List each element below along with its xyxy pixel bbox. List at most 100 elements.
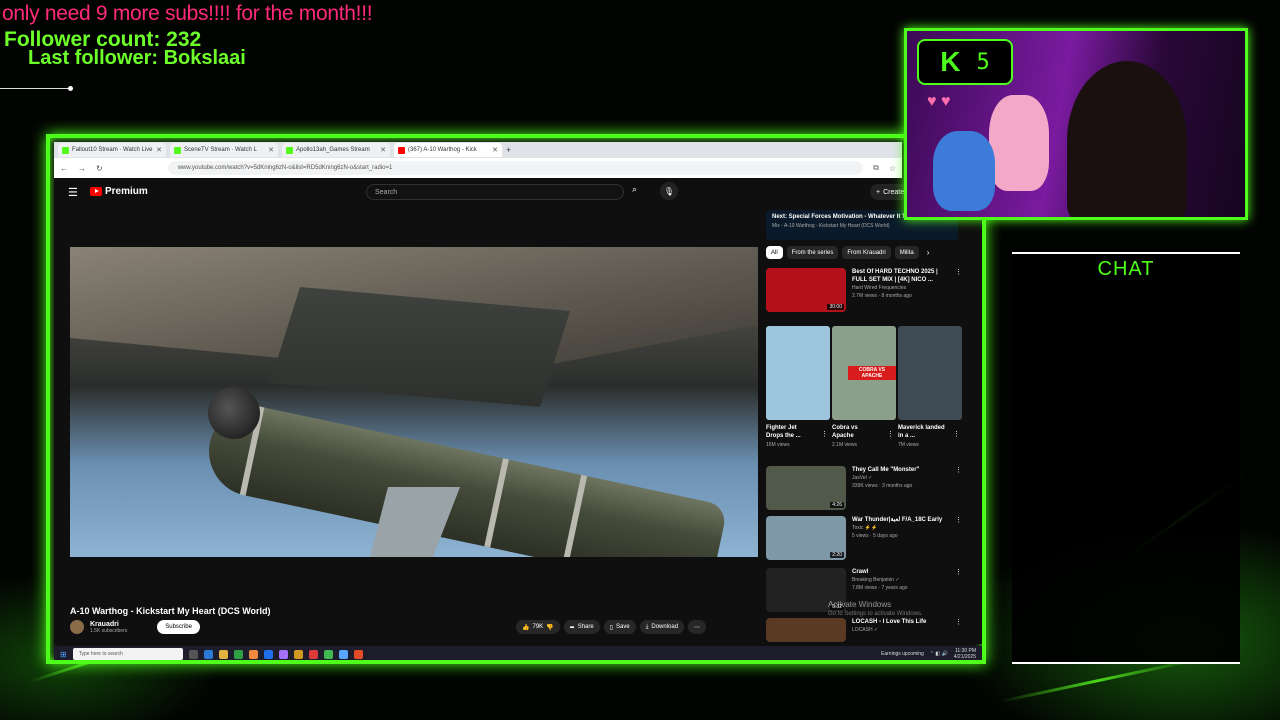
windows-start-icon[interactable]: ⊞ (60, 650, 67, 659)
viewer-count: 5 (976, 49, 990, 75)
taskbar-app-icon[interactable] (218, 649, 228, 659)
taskbar-app-icon[interactable] (338, 649, 348, 659)
taskbar-app-icon[interactable] (308, 649, 318, 659)
browser-tab[interactable]: Apollo13ah_Games Stream ✕ (282, 143, 390, 157)
more-actions-button[interactable]: ⋯ (688, 620, 707, 634)
close-icon[interactable]: ✕ (268, 146, 274, 154)
clock[interactable]: 11:30 PM 4/21/2025 (954, 648, 976, 660)
system-tray: Earnings upcoming ⌃ ◧ 🔊 11:30 PM 4/21/20… (881, 648, 982, 660)
green-streak (999, 658, 1196, 703)
search-input[interactable]: Search (366, 184, 624, 200)
taskbar-app-icon[interactable] (323, 649, 333, 659)
share-button[interactable]: ➦ Share (563, 620, 600, 634)
short-item[interactable]: ⋮ Maverick landed in a ... 7M views (898, 326, 962, 448)
recommended-video[interactable]: 2:20 War Thunder|لعبة F/A_18C Early Toxi… (766, 516, 962, 560)
channel-avatar[interactable] (70, 620, 84, 634)
browser-tab[interactable]: SceneTV Stream · Watch L ✕ (170, 143, 278, 157)
more-vert-icon[interactable]: ⋮ (955, 516, 962, 560)
tray-icons[interactable]: ⌃ ◧ 🔊 (930, 651, 948, 657)
thumbs-down-icon[interactable]: 👎 (546, 624, 553, 631)
video-thumbnail: 2:20 (766, 516, 846, 560)
short-item[interactable]: ⋮ Fighter Jet Drops the ... 16M views (766, 326, 830, 448)
more-vert-icon[interactable]: ⋮ (955, 568, 962, 612)
more-vert-icon[interactable]: ⋮ (955, 268, 962, 312)
chevron-right-icon[interactable]: › (927, 246, 930, 259)
url-field[interactable]: www.youtube.com/watch?v=5dKning6zN-o&lis… (167, 161, 864, 175)
taskbar-search[interactable]: Type here to search (72, 648, 183, 660)
taskbar-app-icon[interactable] (278, 649, 288, 659)
like-button[interactable]: 👍 79K 👎 (516, 620, 560, 634)
taskbar-app-icon[interactable] (293, 649, 303, 659)
youtube-logo[interactable]: Premium (90, 186, 148, 197)
save-button[interactable]: ▯ Save (603, 620, 636, 634)
video-thumbnail: 4:26 (766, 466, 846, 510)
browser-window: Fallout10 Stream · Watch Live ✕ SceneTV … (46, 134, 986, 664)
reload-icon[interactable]: ↻ (96, 164, 103, 173)
bomb-band (562, 474, 588, 557)
close-icon[interactable]: ✕ (380, 146, 386, 154)
subscribe-button[interactable]: Subscribe (157, 620, 200, 634)
short-views: 16M views (766, 442, 790, 448)
taskbar-app-icon[interactable] (203, 649, 213, 659)
like-count: 79K (532, 624, 544, 630)
sub-goal-text: only need 9 more subs!!!! for the month!… (2, 2, 373, 25)
forward-icon[interactable]: → (78, 164, 86, 173)
chip-from-series[interactable]: From the series (786, 246, 839, 259)
extensions-icon[interactable]: ⧉ (873, 163, 879, 173)
activate-windows-title: Activate Windows (828, 600, 892, 609)
browser-tab-active[interactable]: (367) A-10 Warthog - Kick ✕ (394, 143, 502, 157)
taskbar-app-icon[interactable] (263, 649, 273, 659)
menu-icon[interactable]: ☰ (68, 186, 78, 199)
recommended-video[interactable]: LOCASH - I Love This Life LOCASH ✓ ⋮ (766, 618, 962, 642)
kick-logo-icon: K (940, 46, 961, 77)
taskbar-app-icon[interactable] (353, 649, 363, 659)
short-title: Fighter Jet Drops the ... (766, 425, 801, 439)
taskbar-news[interactable]: Earnings upcoming (881, 651, 924, 657)
address-bar: ← → ↻ www.youtube.com/watch?v=5dKning6zN… (54, 158, 902, 178)
chip-from-channel[interactable]: From Krauadri (842, 246, 891, 259)
tab-label: Fallout10 Stream · Watch Live (72, 147, 153, 153)
task-view-icon[interactable] (188, 649, 198, 659)
taskbar-app-icon[interactable] (248, 649, 258, 659)
browser-tab[interactable]: Fallout10 Stream · Watch Live ✕ (58, 143, 166, 157)
video-stats: 5 views · 5 days ago (852, 533, 898, 539)
youtube-favicon-icon (398, 146, 405, 154)
chip-all[interactable]: All (766, 246, 783, 259)
video-stats: 339K views · 3 months ago (852, 483, 913, 489)
stream-overlay: only need 9 more subs!!!! for the month!… (0, 0, 1280, 720)
kick-favicon-icon (286, 146, 293, 154)
close-icon[interactable]: ✕ (156, 146, 162, 154)
more-vert-icon[interactable]: ⋮ (887, 430, 894, 438)
kick-favicon-icon (62, 146, 69, 154)
thumbs-up-icon: 👍 (522, 624, 530, 631)
chip-military[interactable]: Milita (894, 246, 919, 259)
short-title: Cobra vs Apache (832, 425, 858, 439)
channel-name[interactable]: Krauadri (90, 621, 127, 628)
channel-info: Krauadri 1.5K subscribers (90, 621, 127, 634)
more-vert-icon[interactable]: ⋮ (821, 430, 828, 438)
download-button[interactable]: ⤓ Download (639, 620, 685, 634)
back-icon[interactable]: ← (60, 164, 68, 173)
video-channel: LOCASH ✓ (852, 627, 879, 633)
more-vert-icon[interactable]: ⋮ (953, 430, 960, 438)
short-item[interactable]: COBRA VS APACHE ⋮ Cobra vs Apache 2.1M v… (832, 326, 896, 448)
taskbar-app-icon[interactable] (233, 649, 243, 659)
star-icon[interactable]: ☆ (889, 164, 896, 173)
search-icon[interactable]: ⌕ (632, 184, 637, 195)
close-icon[interactable]: ✕ (492, 146, 498, 154)
recommended-video[interactable]: 4:26 They Call Me "Monster" JasVel ✓ 339… (766, 466, 962, 510)
new-tab-button[interactable]: + (506, 145, 511, 155)
microphone-icon[interactable]: 🎙 (660, 182, 678, 200)
share-label: Share (577, 624, 594, 630)
video-player[interactable] (70, 247, 758, 557)
more-vert-icon[interactable]: ⋮ (955, 618, 962, 642)
plush-pink (989, 95, 1049, 191)
short-thumbnail: COBRA VS APACHE (832, 326, 896, 420)
more-vert-icon[interactable]: ⋮ (955, 466, 962, 510)
youtube-page: ☰ Premium Search ⌕ 🎙 + Create A-10 Warth… (54, 178, 982, 644)
recommended-video[interactable]: 30:00 Best Of HARD TECHNO 2025 | FULL SE… (766, 268, 962, 312)
kick-badge: K 5 (917, 39, 1013, 85)
channel-row: Krauadri 1.5K subscribers Subscribe (70, 620, 200, 634)
tab-label: SceneTV Stream · Watch L (184, 147, 257, 153)
clock-date: 4/21/2025 (953, 654, 976, 660)
